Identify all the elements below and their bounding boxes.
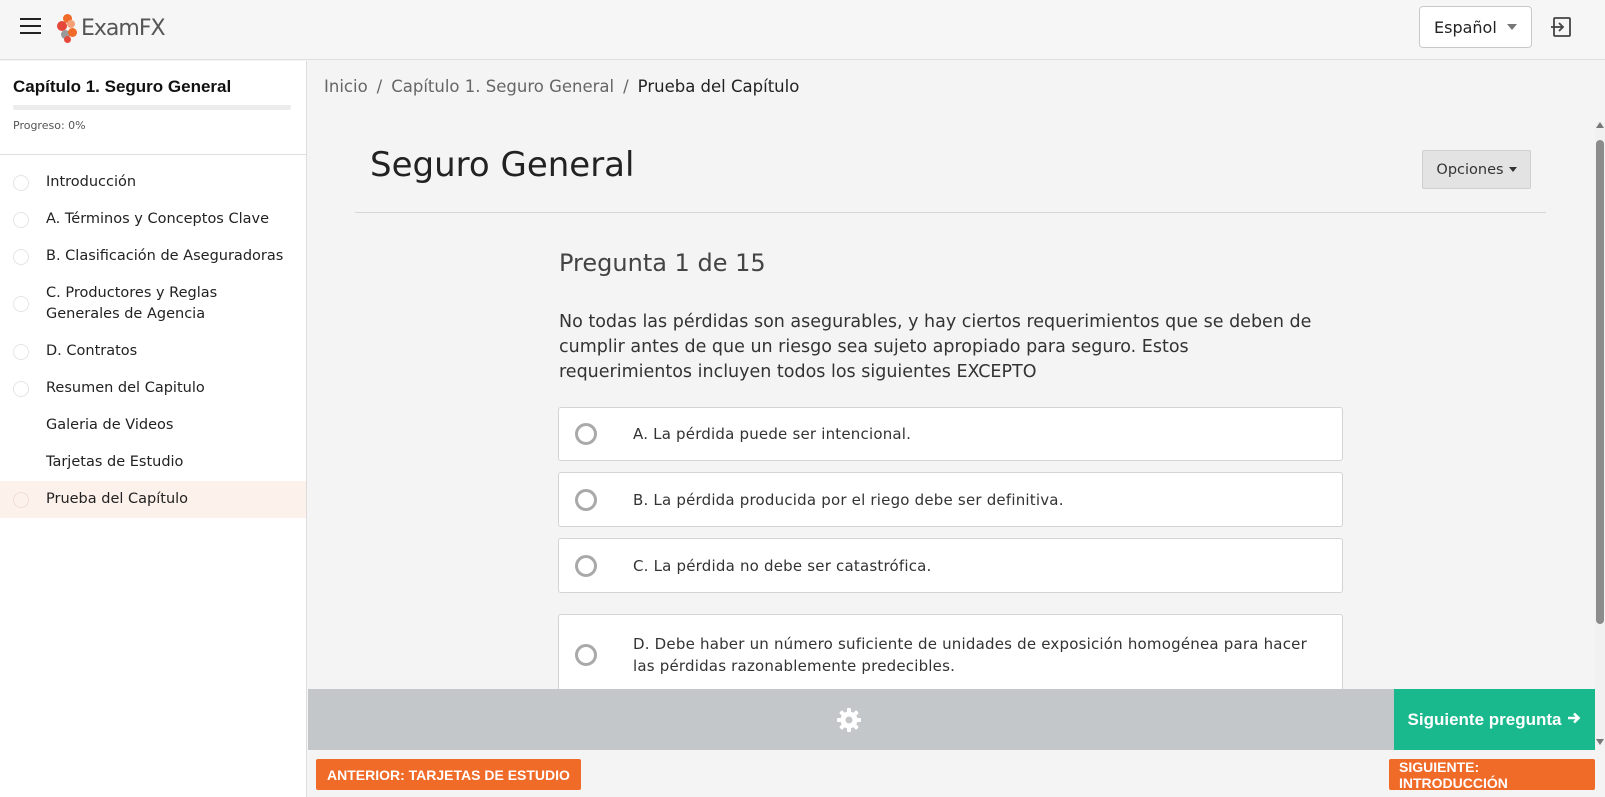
sidebar-item-label: D. Contratos [46,343,138,359]
chevron-down-icon [1506,24,1517,30]
status-circle-icon [13,211,29,228]
next-question-button[interactable]: Siguiente pregunta [1394,689,1595,750]
language-select-value: Español [1434,17,1497,37]
question-number: Pregunta 1 de 15 [559,249,766,277]
gear-icon[interactable] [836,707,862,733]
radio-button[interactable] [575,423,597,445]
status-circle-icon [13,491,29,508]
sidebar-item-terminos[interactable]: A. Términos y Conceptos Clave [0,201,306,238]
logo-mark-icon [57,12,79,44]
sidebar-item-label: Tarjetas de Estudio [46,454,184,470]
scroll-up-arrow-icon[interactable] [1596,122,1604,128]
sidebar-item-clasificacion[interactable]: B. Clasificación de Aseguradoras [0,238,306,275]
breadcrumb-link-chapter[interactable]: Capítulo 1. Seguro General [391,77,614,96]
chapter-sidebar: Capítulo 1. Seguro General Progreso: 0% … [0,61,307,797]
page-title: Seguro General [370,145,635,185]
breadcrumb-current: Prueba del Capítulo [637,77,800,96]
question-text: No todas las pérdidas son asegurables, y… [559,312,1312,382]
sidebar-item-label: Prueba del Capítulo [46,491,189,507]
main-content: Inicio / Capítulo 1. Seguro General / Pr… [308,61,1595,797]
options-label: Opciones [1436,161,1504,178]
radio-button[interactable] [575,644,597,666]
radio-button[interactable] [575,488,597,511]
sidebar-item-label: B. Clasificación de Aseguradoras [46,248,284,264]
previous-section-button[interactable]: ANTERIOR: TARJETAS DE ESTUDIO [316,759,581,790]
sidebar-item-label: Resumen del Capitulo [46,380,205,396]
scrollbar-thumb[interactable] [1596,140,1604,624]
answer-choice-d[interactable]: D. Debe haber un número suficiente de un… [558,614,1343,696]
sidebar-item-galeria[interactable]: Galeria de Videos [0,407,306,444]
breadcrumb-separator: / [623,77,629,96]
logo-text: ExamFX [81,15,166,41]
sidebar-nav-list: Introducción A. Términos y Conceptos Cla… [0,155,306,518]
sidebar-item-label: Introducción [46,174,137,190]
next-question-label: Siguiente pregunta [1407,709,1562,729]
status-circle-icon [13,248,29,265]
sidebar-item-label: Galeria de Videos [46,417,174,433]
status-circle-icon [13,296,29,312]
chapter-title: Capítulo 1. Seguro General [13,77,232,96]
status-circle-icon [13,174,29,191]
answer-choice-label: C. La pérdida no debe ser catastrófica. [633,556,932,575]
radio-button[interactable] [575,554,597,577]
answer-choice-b[interactable]: B. La pérdida producida por el riego deb… [558,472,1343,527]
scrollbar[interactable] [1595,122,1605,745]
breadcrumb: Inicio / Capítulo 1. Seguro General / Pr… [324,77,799,96]
examfx-logo[interactable]: ExamFX [57,11,166,45]
progress-bar [13,105,291,110]
caret-down-icon [1508,167,1517,172]
scroll-down-arrow-icon[interactable] [1596,739,1604,745]
options-dropdown-button[interactable]: Opciones [1422,150,1531,189]
answer-choice-a[interactable]: A. La pérdida puede ser intencional. [558,407,1343,461]
sidebar-item-productores[interactable]: C. Productores y Reglas Generales de Age… [0,275,306,333]
question-action-bar: Siguiente pregunta [308,689,1595,750]
answer-choice-label: B. La pérdida producida por el riego deb… [633,490,1064,509]
language-select[interactable]: Español [1419,6,1532,48]
sidebar-item-resumen[interactable]: Resumen del Capitulo [0,370,306,407]
status-circle-icon [13,380,29,397]
answer-choice-label: D. Debe haber un número suficiente de un… [633,635,1307,675]
top-bar: ExamFX Español [0,0,1605,60]
status-circle-icon [13,343,29,360]
sidebar-header: Capítulo 1. Seguro General Progreso: 0% [0,61,306,155]
hamburger-menu-icon[interactable] [20,18,41,35]
divider [355,212,1546,213]
sidebar-item-label: C. Productores y Reglas Generales de Age… [46,285,218,322]
next-section-button[interactable]: SIGUIENTE: INTRODUCCIÓN [1389,759,1595,791]
sidebar-item-label: A. Términos y Conceptos Clave [46,211,270,227]
sign-out-icon[interactable] [1550,15,1574,39]
answer-choice-c[interactable]: C. La pérdida no debe ser catastrófica. [558,538,1343,593]
sidebar-item-prueba[interactable]: Prueba del Capítulo [0,481,306,518]
arrow-right-icon [1567,710,1581,730]
sidebar-item-contratos[interactable]: D. Contratos [0,333,306,370]
breadcrumb-link-inicio[interactable]: Inicio [324,77,368,96]
breadcrumb-separator: / [376,77,383,96]
answer-choice-label: A. La pérdida puede ser intencional. [633,425,912,443]
sidebar-item-tarjetas[interactable]: Tarjetas de Estudio [0,444,306,481]
sidebar-item-introduccion[interactable]: Introducción [0,164,306,201]
progress-label: Progreso: 0% [13,119,86,132]
